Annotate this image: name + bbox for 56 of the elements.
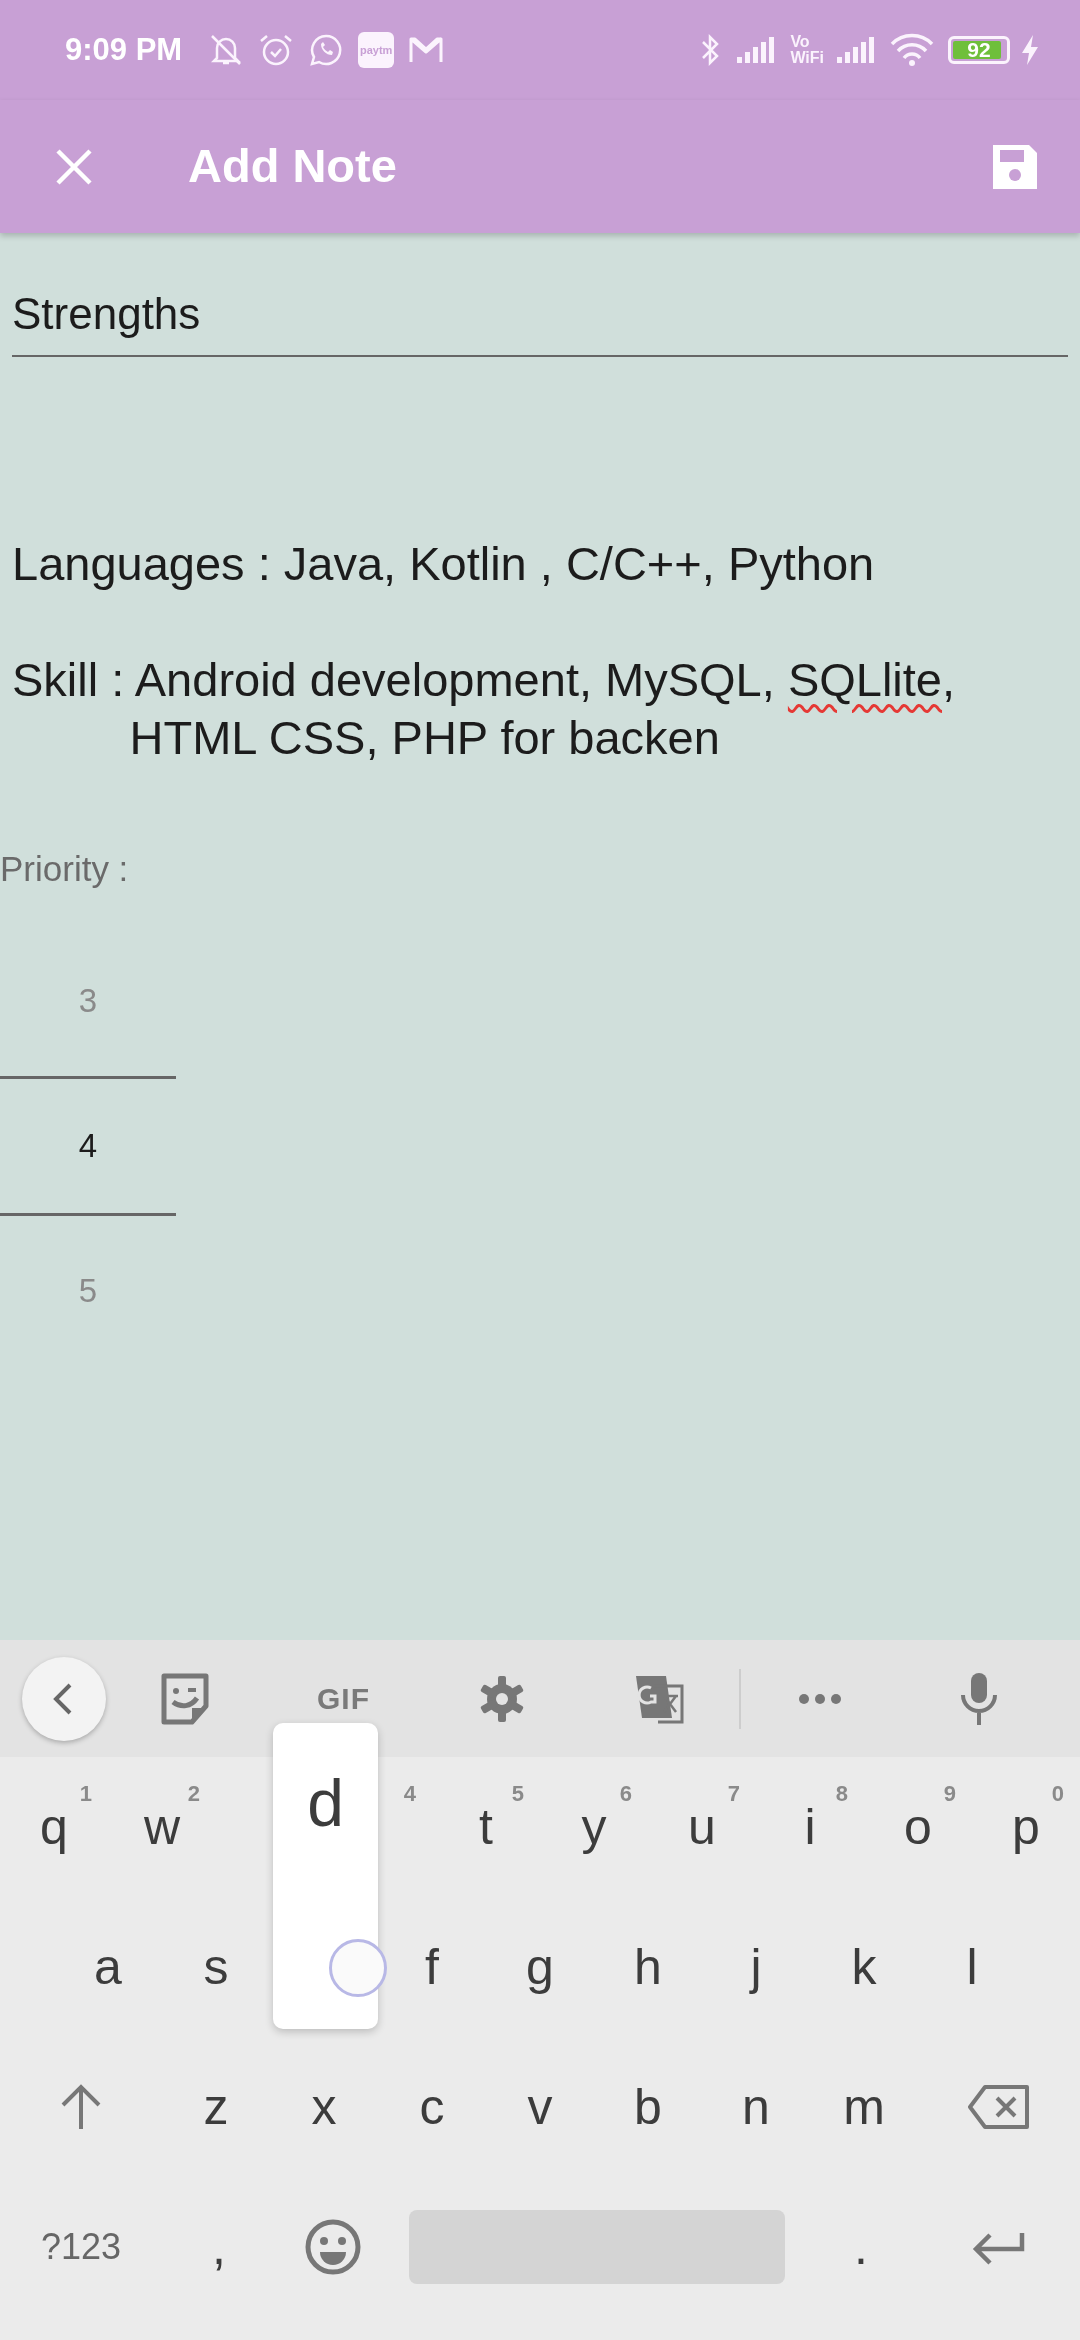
keyboard-key[interactable]: g <box>486 1897 594 2037</box>
collapse-button[interactable] <box>22 1656 106 1741</box>
keyboard-key[interactable]: . <box>804 2177 918 2317</box>
arrow-up-icon <box>59 2083 103 2131</box>
keyboard-key[interactable]: w 2 <box>108 1757 216 1897</box>
note-body-field[interactable]: Languages : Java, Kotlin , C/C++, Python Skill : Android development, MySQL, SQLlite, HTML CSS, PHP for backen <box>12 535 1068 767</box>
keyboard-key[interactable]: f <box>378 1897 486 2037</box>
key-hint: 8 <box>835 1780 848 1808</box>
keyboard-key[interactable]: y 6 <box>540 1757 648 1897</box>
keyboard-key[interactable]: t 5 <box>432 1757 540 1897</box>
signal-icon <box>736 35 777 65</box>
charging-icon <box>1020 34 1040 66</box>
priority-label: Priority : <box>0 848 130 890</box>
key-hint: 5 <box>511 1780 524 1808</box>
symbols-key[interactable]: ?123 <box>0 2177 162 2317</box>
keyboard-key[interactable]: p 0 <box>972 1757 1080 1897</box>
keyboard-key[interactable]: x <box>270 2037 378 2177</box>
key-hint: 6 <box>619 1780 632 1808</box>
battery-icon: 92 <box>948 36 1010 64</box>
key-hint: 7 <box>727 1780 740 1808</box>
keyboard-key[interactable]: v <box>486 2037 594 2177</box>
keyboard-key[interactable]: k <box>810 1897 918 2037</box>
title-field[interactable]: Strengths <box>12 283 1068 357</box>
priority-option[interactable]: 4 <box>0 1075 176 1216</box>
keyboard-key[interactable]: , <box>162 2177 276 2317</box>
keyboard-key[interactable]: m <box>810 2037 918 2177</box>
key-hint: 1 <box>79 1780 92 1808</box>
wifi-icon <box>890 33 934 67</box>
keyboard-key[interactable]: o 9 <box>864 1757 972 1897</box>
keyboard-key[interactable]: z <box>162 2037 270 2177</box>
keyboard-key[interactable]: j <box>702 1897 810 2037</box>
backspace-icon <box>967 2084 1031 2130</box>
microphone-icon[interactable] <box>958 1670 999 1727</box>
key-hint: 4 <box>403 1780 416 1808</box>
keyboard-key[interactable]: i 8 <box>756 1757 864 1897</box>
signal-icon <box>836 35 876 65</box>
keyboard-key[interactable]: h <box>594 1897 702 2037</box>
keyboard-key[interactable]: u 7 <box>648 1757 756 1897</box>
keyboard-key[interactable]: c <box>378 2037 486 2177</box>
key-hint: 9 <box>943 1780 956 1808</box>
keyboard-key[interactable]: n <box>702 2037 810 2177</box>
keyboard-key[interactable]: s <box>162 1897 270 2037</box>
keyboard-key[interactable]: a <box>54 1897 162 2037</box>
key-hint: 2 <box>187 1780 200 1808</box>
key-hint: 0 <box>1051 1780 1064 1808</box>
keyboard-key[interactable]: b <box>594 2037 702 2177</box>
mail-icon <box>408 35 445 65</box>
vowifi-label: Vo WiFi <box>790 34 824 66</box>
smiley-icon <box>305 2219 361 2275</box>
more-icon[interactable] <box>798 1692 843 1705</box>
keyboard-key[interactable]: l <box>918 1897 1026 2037</box>
screen-title: Add Note <box>188 138 398 195</box>
keyboard-key[interactable]: q 1 <box>0 1757 108 1897</box>
status-time: 9:09 PM <box>65 30 183 69</box>
app-icon: paytm <box>358 32 395 68</box>
translate-icon[interactable] <box>634 1673 687 1724</box>
